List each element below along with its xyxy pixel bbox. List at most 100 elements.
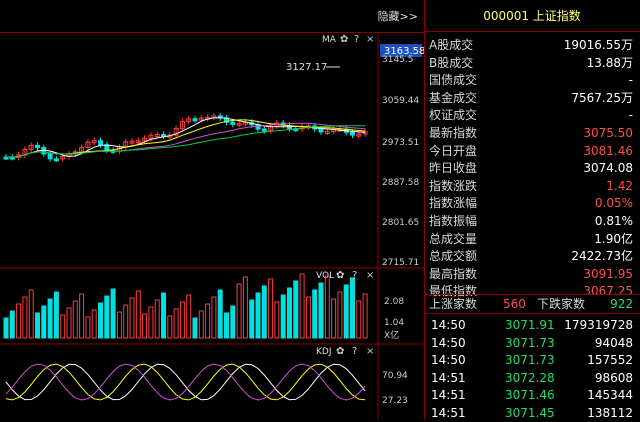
stat-row-11: 总成交量 1.90亿 bbox=[425, 230, 639, 248]
tick-price: 3071.45 bbox=[505, 405, 555, 420]
help-icon[interactable]: ? bbox=[354, 34, 359, 45]
vol-y-tick-0: 2.08 bbox=[384, 297, 404, 307]
candle-body bbox=[47, 153, 53, 160]
tick-volume: 98608 bbox=[594, 370, 633, 385]
stat-label: 指数涨跌 bbox=[429, 178, 478, 193]
volume-bar bbox=[230, 305, 236, 339]
tick-time: 14:51 bbox=[431, 405, 466, 420]
stat-label: 昨日收盘 bbox=[429, 161, 478, 176]
close-icon[interactable]: × bbox=[366, 34, 374, 45]
tick-row: 14:50 3071.73 157552 bbox=[425, 351, 639, 369]
gear-icon[interactable]: ✿ bbox=[340, 34, 348, 45]
candle-body bbox=[230, 121, 236, 125]
stat-label: 国债成交 bbox=[429, 73, 478, 88]
tick-row: 14:50 3071.91 179319728 bbox=[425, 316, 639, 334]
stat-value: - bbox=[628, 73, 633, 88]
stat-value: 13.88万 bbox=[586, 55, 633, 70]
kdj-help-icon[interactable]: ? bbox=[352, 346, 357, 357]
tick-price: 3071.91 bbox=[505, 318, 555, 332]
volume-bar bbox=[72, 300, 78, 339]
ma10-line bbox=[5, 119, 366, 158]
volume-bar bbox=[236, 283, 242, 339]
stat-value: 1.90亿 bbox=[594, 231, 633, 246]
stat-row-13: 最高指数 3091.95 bbox=[425, 265, 639, 283]
candlesticks bbox=[3, 112, 368, 162]
kdj-y-tick-0: 70.94 bbox=[382, 371, 408, 381]
candle-body bbox=[318, 128, 324, 133]
hide-button[interactable]: 隐藏>> bbox=[378, 8, 418, 24]
volume-bar bbox=[293, 280, 299, 339]
main-tools[interactable]: ✿ ? × bbox=[340, 34, 374, 45]
up-count: 560 bbox=[503, 297, 526, 311]
volume-bar bbox=[9, 310, 15, 339]
volume-bar bbox=[255, 292, 261, 339]
volume-bar bbox=[356, 300, 362, 339]
volume-bar bbox=[337, 291, 343, 339]
volume-bar bbox=[224, 312, 229, 339]
volume-bar bbox=[47, 298, 53, 339]
tick-price: 3071.73 bbox=[505, 353, 555, 367]
up-count-label: 上涨家数 bbox=[429, 297, 478, 311]
kdj-line-2 bbox=[5, 363, 366, 401]
stat-value: 2422.73亿 bbox=[571, 249, 633, 264]
kdj-close-icon[interactable]: × bbox=[366, 346, 374, 357]
quote-panel: A股成交 19016.55万 B股成交 13.88万国债成交 - 基金成交 7567.25万… bbox=[424, 0, 640, 420]
volume-bar bbox=[3, 317, 9, 339]
stat-row-12: 总成交额 2422.73亿 bbox=[425, 247, 639, 265]
kline-chart[interactable]: MA ✿ ? × 3163.58 3145.5 3059.44 2973.51 … bbox=[0, 32, 424, 420]
down-count: 922 bbox=[610, 297, 633, 311]
stat-label: 总成交额 bbox=[429, 249, 478, 264]
tick-time: 14:51 bbox=[431, 388, 466, 402]
stat-row-0: A股成交 19016.55万 bbox=[425, 36, 639, 54]
candle-body bbox=[192, 118, 198, 122]
stat-row-1: B股成交 13.88万 bbox=[425, 54, 639, 72]
chart-area: 隐藏>> MA ✿ ? × 3163.58 3145.5 3059.44 297… bbox=[0, 0, 424, 420]
vol-close-icon[interactable]: × bbox=[366, 270, 374, 281]
tick-volume: 94048 bbox=[594, 335, 633, 350]
stat-value: 1.42 bbox=[606, 178, 633, 193]
chart-topbar: 隐藏>> bbox=[0, 0, 424, 33]
volume-bar bbox=[148, 306, 154, 339]
candle-body bbox=[98, 140, 103, 146]
stat-label: 今日开盘 bbox=[429, 143, 478, 158]
volume-bar bbox=[205, 303, 211, 339]
stat-label: 基金成交 bbox=[429, 90, 478, 105]
volume-bar bbox=[249, 299, 255, 339]
volume-bar bbox=[305, 296, 311, 339]
tick-row: 14:51 3072.28 98608 bbox=[425, 369, 639, 387]
stat-value: 3074.08 bbox=[583, 161, 633, 176]
tick-volume: 179319728 bbox=[564, 318, 633, 332]
stat-value: 0.81% bbox=[594, 214, 633, 228]
volume-bar bbox=[242, 276, 248, 339]
stat-row-4: 权证成交 - bbox=[425, 106, 639, 124]
down-count-label: 下跌家数 bbox=[537, 297, 586, 311]
candle-body bbox=[261, 128, 267, 132]
volume-bar bbox=[142, 313, 148, 339]
vol-gear-icon[interactable]: ✿ bbox=[336, 270, 344, 281]
volume-bars bbox=[3, 273, 368, 339]
volume-bar bbox=[35, 312, 40, 339]
stat-row-8: 指数涨跌 1.42 bbox=[425, 177, 639, 195]
tick-time: 14:50 bbox=[431, 353, 466, 367]
volume-bar bbox=[116, 311, 122, 339]
stat-label: 总成交量 bbox=[429, 231, 478, 246]
stat-row-6: 今日开盘 3081.46 bbox=[425, 142, 639, 160]
stat-value: 7567.25万 bbox=[571, 90, 633, 105]
kdj-gear-icon[interactable]: ✿ bbox=[336, 346, 344, 357]
stat-label: B股成交 bbox=[429, 55, 474, 70]
stat-label: 权证成交 bbox=[429, 108, 478, 123]
volume-bar bbox=[79, 293, 85, 339]
candle-body bbox=[350, 131, 355, 136]
volume-bar bbox=[85, 316, 91, 339]
stat-value: 3081.46 bbox=[583, 143, 633, 158]
volume-bar bbox=[98, 302, 103, 339]
main-y-tick-2: 2973.51 bbox=[382, 138, 419, 148]
volume-bar bbox=[362, 293, 368, 339]
tick-volume: 138112 bbox=[587, 405, 633, 420]
main-y-tick-1: 3059.44 bbox=[382, 96, 419, 106]
volume-bar bbox=[123, 304, 129, 339]
stat-row-10: 指数振幅 0.81% bbox=[425, 212, 639, 230]
stat-row-5: 最新指数 3075.50 bbox=[425, 124, 639, 142]
tick-time: 14:50 bbox=[431, 335, 466, 350]
tick-price: 3071.46 bbox=[505, 388, 555, 402]
